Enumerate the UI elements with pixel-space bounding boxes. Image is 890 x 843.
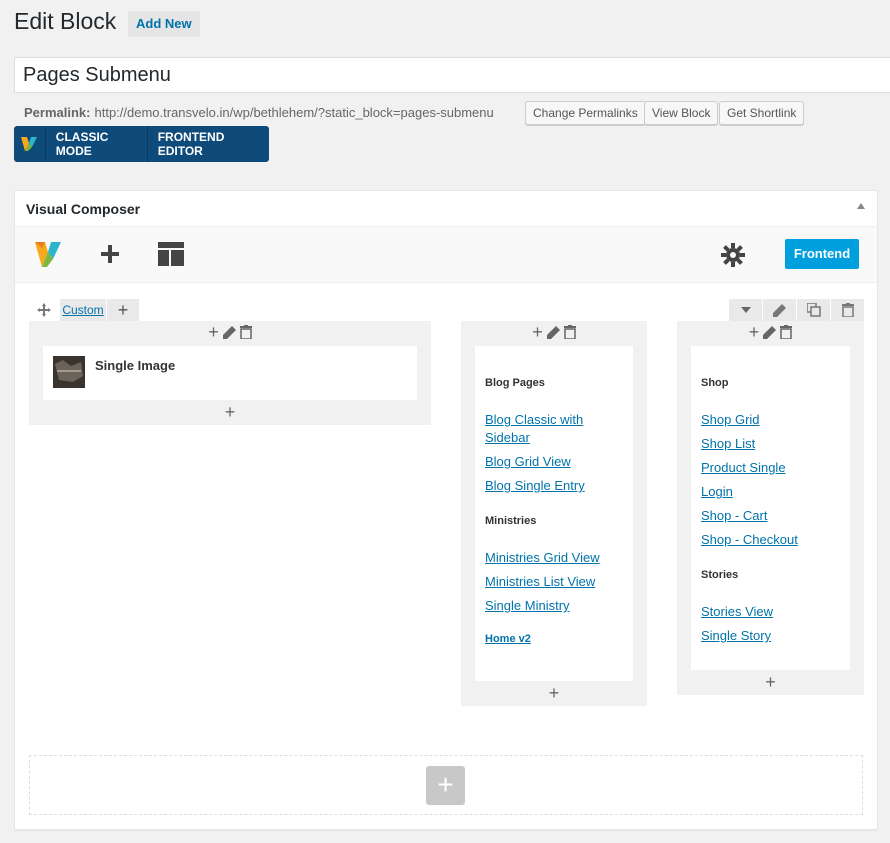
delete-trash-icon[interactable] (239, 325, 252, 339)
settings-gear-icon[interactable] (721, 243, 745, 272)
panel-title: Visual Composer (26, 201, 141, 217)
templates-icon[interactable] (158, 242, 184, 271)
vc-logo-icon (14, 126, 46, 162)
get-shortlink-button[interactable]: Get Shortlink (719, 101, 805, 125)
group-title: Ministries (485, 515, 537, 527)
menu-link[interactable]: Blog Single Entry (485, 477, 623, 495)
delete-trash-icon[interactable] (563, 325, 576, 339)
row-clone-icon[interactable] (797, 299, 830, 321)
menu-link[interactable]: Home v2 (485, 633, 623, 645)
add-element-bottom-icon[interactable]: + (29, 402, 431, 423)
row-toggle-icon[interactable] (729, 299, 762, 321)
column-3: + Shop Shop Grid Shop List Product Singl… (677, 321, 864, 695)
permalink-label: Permalink: (24, 105, 91, 120)
row-delete-trash-icon[interactable] (831, 299, 864, 321)
page-title: Edit Block (14, 8, 117, 34)
vc-logo-icon[interactable] (33, 239, 63, 276)
group-title: Blog Pages (485, 377, 545, 389)
image-thumbnail (53, 356, 85, 388)
row-layout-custom[interactable]: Custom (60, 299, 106, 321)
permalink-row: Permalink: http://demo.transvelo.in/wp/b… (24, 105, 494, 120)
group-title: Shop (701, 377, 729, 389)
add-element-icon[interactable]: + (208, 322, 219, 343)
group-title: Stories (701, 569, 739, 581)
row-layout-label[interactable]: Custom (62, 303, 103, 317)
row-edit-pencil-icon[interactable] (763, 299, 796, 321)
edit-pencil-icon[interactable] (546, 325, 560, 339)
move-row-icon[interactable] (29, 299, 59, 321)
row-controls-left: Custom + (29, 299, 139, 321)
menu-link[interactable]: Ministries List View (485, 573, 623, 591)
menu-link[interactable]: Product Single (701, 459, 840, 477)
edit-pencil-icon[interactable] (763, 325, 777, 339)
frontend-editor-button[interactable]: FRONTEND EDITOR (148, 126, 269, 162)
add-element-bottom-icon[interactable]: + (677, 672, 864, 693)
change-permalinks-button[interactable]: Change Permalinks (525, 101, 646, 125)
text-block-element[interactable]: Shop Shop Grid Shop List Product Single … (691, 346, 850, 670)
menu-link[interactable]: Shop - Cart (701, 507, 840, 525)
menu-link[interactable]: Ministries Grid View (485, 549, 623, 567)
menu-link[interactable]: Shop - Checkout (701, 531, 840, 549)
visual-composer-panel: Visual Composer Frontend Custom + + Sing… (14, 190, 878, 830)
column-controls: + (461, 321, 647, 343)
add-element-icon[interactable]: + (749, 322, 760, 343)
composer-toolbar: Frontend (15, 227, 877, 283)
column-1: + Single Image + (29, 321, 431, 425)
add-element-icon[interactable]: + (532, 322, 543, 343)
menu-link[interactable]: Single Ministry (485, 597, 623, 615)
menu-link[interactable]: Single Story (701, 627, 840, 645)
menu-link[interactable]: Login (701, 483, 840, 501)
add-row-plus-icon[interactable]: + (426, 766, 465, 805)
element-title: Single Image (95, 358, 176, 373)
add-element-icon[interactable] (100, 244, 120, 269)
menu-link[interactable]: Blog Classic with Sidebar (485, 411, 623, 447)
column-controls: + (677, 321, 864, 343)
row-controls-right (729, 299, 864, 321)
column-2: + Blog Pages Blog Classic with Sidebar B… (461, 321, 647, 706)
view-block-button[interactable]: View Block (644, 101, 719, 125)
column-controls: + (29, 321, 431, 343)
frontend-button[interactable]: Frontend (785, 239, 859, 269)
add-column-icon[interactable]: + (107, 299, 139, 321)
post-title-input[interactable]: Pages Submenu (14, 57, 890, 93)
add-element-bottom-icon[interactable]: + (461, 683, 647, 704)
single-image-element[interactable]: Single Image (43, 346, 417, 400)
add-new-button[interactable]: Add New (128, 11, 200, 37)
permalink-url[interactable]: http://demo.transvelo.in/wp/bethlehem/?s… (94, 105, 493, 120)
classic-mode-button[interactable]: CLASSIC MODE (46, 126, 148, 162)
panel-header[interactable]: Visual Composer (15, 191, 877, 227)
menu-link[interactable]: Blog Grid View (485, 453, 623, 471)
collapse-arrow-icon[interactable] (857, 203, 865, 209)
edit-pencil-icon[interactable] (222, 325, 236, 339)
text-block-element[interactable]: Blog Pages Blog Classic with Sidebar Blo… (475, 346, 633, 681)
menu-link[interactable]: Shop Grid (701, 411, 840, 429)
editor-mode-switch: CLASSIC MODE FRONTEND EDITOR (14, 126, 269, 162)
menu-link[interactable]: Stories View (701, 603, 840, 621)
menu-link[interactable]: Shop List (701, 435, 840, 453)
delete-trash-icon[interactable] (780, 325, 793, 339)
